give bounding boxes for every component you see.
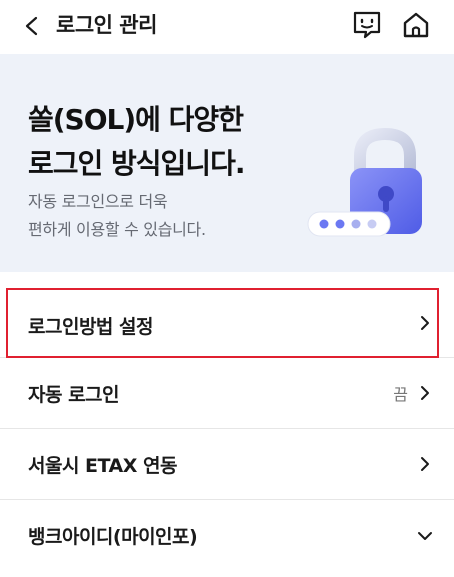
chevron-down-icon <box>416 527 434 545</box>
chevron-left-icon <box>25 16 38 36</box>
menu-item-login-method[interactable]: 로그인방법 설정 <box>0 272 454 358</box>
menu-item-label: 자동 로그인 <box>28 383 120 406</box>
chat-button[interactable] <box>347 5 387 45</box>
hero-banner: 쏠(SOL)에 다양한 로그인 방식입니다. 자동 로그인으로 더욱 편하게 이… <box>0 54 454 272</box>
home-icon <box>403 12 429 38</box>
menu-item-seoul-etax[interactable]: 서울시 ETAX 연동 <box>0 429 454 500</box>
menu-item-label: 로그인방법 설정 <box>28 316 153 338</box>
menu-item-label: 뱅크아이디(마이인포) <box>28 526 198 548</box>
hero-title: 쏠(SOL)에 다양한 로그인 방식입니다. <box>28 98 245 186</box>
hero-subtitle-line2: 편하게 이용할 수 있습니다. <box>28 220 206 239</box>
chevron-right-icon <box>416 384 434 402</box>
auto-login-status: 끔 <box>393 385 408 404</box>
padlock-password-icon <box>307 127 422 237</box>
settings-menu: 로그인방법 설정 자동 로그인 끔 서울시 ETAX 연동 뱅크아이디(마이인포… <box>0 272 454 571</box>
chevron-right-icon <box>416 314 434 332</box>
chat-bubble-icon <box>353 11 381 39</box>
hero-title-line2: 로그인 방식입니다. <box>28 147 245 180</box>
hero-subtitle-line1: 자동 로그인으로 더욱 <box>28 192 168 211</box>
app-header: 로그인 관리 <box>0 0 454 54</box>
menu-item-auto-login[interactable]: 자동 로그인 끔 <box>0 358 454 429</box>
menu-item-label: 서울시 ETAX 연동 <box>28 454 177 477</box>
hero-title-line1: 쏠(SOL)에 다양한 <box>28 103 244 136</box>
back-button[interactable] <box>14 8 50 44</box>
chevron-right-icon <box>416 455 434 473</box>
menu-item-bank-id[interactable]: 뱅크아이디(마이인포) <box>0 500 454 571</box>
page-title: 로그인 관리 <box>56 13 157 37</box>
hero-subtitle: 자동 로그인으로 더욱 편하게 이용할 수 있습니다. <box>28 188 206 244</box>
home-button[interactable] <box>396 5 436 45</box>
